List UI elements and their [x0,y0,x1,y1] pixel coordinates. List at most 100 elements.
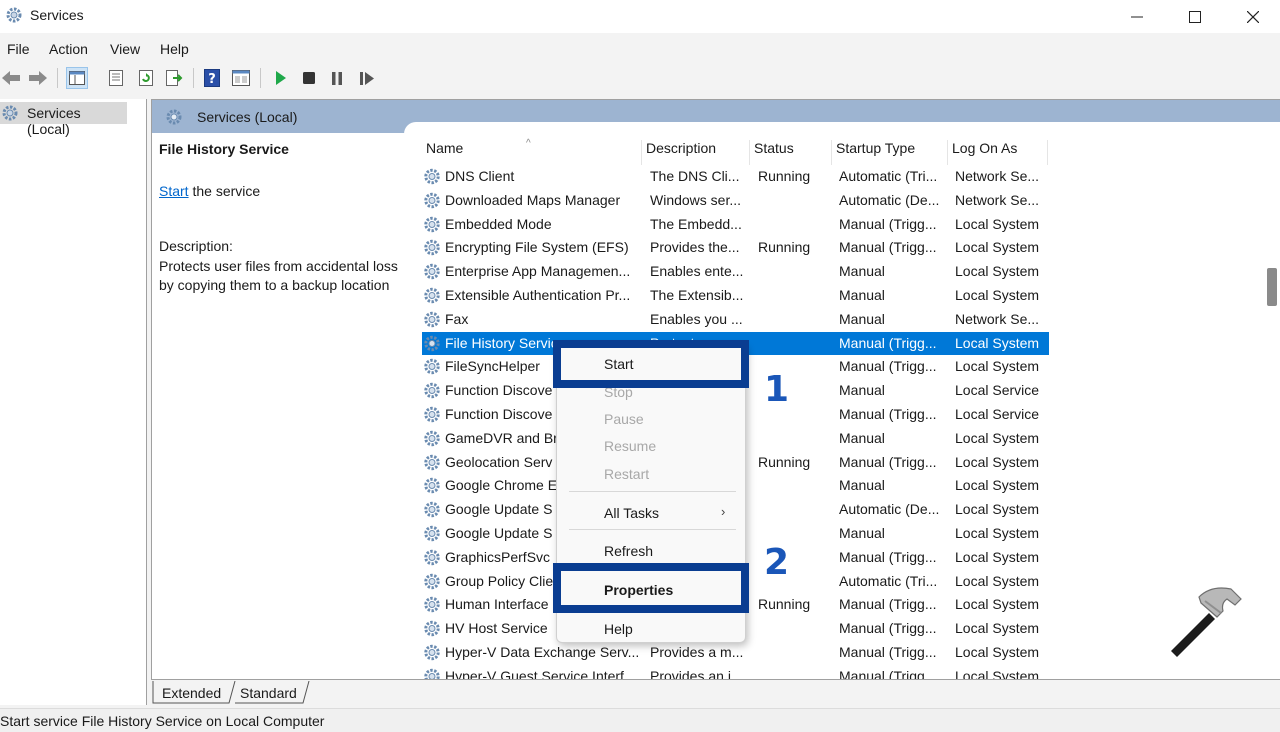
service-log-on-as: Local System [955,453,1040,470]
forward-button[interactable] [27,67,49,89]
pane-header: Services (Local) [152,100,1280,134]
services-list: ^ Name Description Status Startup Type Lo… [422,133,1280,679]
tab-extended[interactable]: Extended [153,681,231,705]
vertical-scrollbar[interactable] [1266,140,1278,680]
service-log-on-as: Local System [955,548,1040,565]
tree-item-services-local[interactable]: Services (Local) [0,102,127,137]
service-description: Enables you ... [650,310,743,327]
services-gear-icon [6,7,22,23]
export-list-button[interactable] [163,67,185,89]
service-log-on-as: Network Se... [955,191,1040,208]
description-text: Protects user files from accidental loss… [159,258,398,293]
service-log-on-as: Local System [955,644,1040,660]
service-startup-type: Manual (Trigg... [839,239,937,256]
service-log-on-as: Local System [955,667,1040,679]
service-startup-type: Manual (Trigg... [839,406,937,422]
resume-service-toolbar-button[interactable] [356,67,378,89]
service-startup-type: Automatic (De... [839,191,940,208]
menu-help[interactable]: Help [160,41,189,57]
service-gear-icon [424,430,440,446]
refresh-icon [139,70,153,86]
service-gear-icon [424,573,440,589]
properties-toolbar-button[interactable] [105,67,127,89]
service-gear-icon [424,549,440,565]
column-header-log-on-as[interactable]: Log On As [948,140,1048,165]
service-row[interactable]: Hyper-V Guest Service Interf... Provides … [422,665,1049,679]
tree-item-label: Services (Local) [27,105,81,137]
service-log-on-as: Local System [955,334,1040,351]
start-service-line: Start the service [159,183,260,199]
start-service-link[interactable]: Start [159,183,189,199]
column-header-name[interactable]: ^ Name [422,138,642,165]
service-row[interactable]: Embedded Mode The Embedd... Manual (Trigg.… [422,213,1049,237]
pause-service-toolbar-button[interactable] [326,67,348,89]
properties-icon [109,70,123,86]
menu-file[interactable]: File [7,41,30,57]
stop-service-toolbar-button[interactable] [298,67,320,89]
back-arrow-icon [2,71,20,85]
service-row[interactable]: Enterprise App Managemen... Enables ente.… [422,260,1049,284]
service-startup-type: Manual (Trigg... [839,358,937,375]
maximize-button[interactable] [1166,0,1224,33]
service-gear-icon [424,644,440,661]
minimize-icon [1131,16,1143,17]
service-description: The DNS Cli... [650,168,740,184]
console-view-button[interactable] [230,67,252,89]
close-button[interactable] [1224,0,1280,33]
service-description: The Embedd... [650,215,742,232]
resume-service-icon [360,71,374,85]
service-row[interactable]: Hyper-V Data Exchange Serv... Provides a … [422,641,1049,665]
column-header-description[interactable]: Description [642,140,750,165]
service-description: Provides an i... [650,667,743,679]
service-gear-icon [424,668,440,679]
service-gear-icon [424,287,440,304]
service-log-on-as: Local System [955,239,1040,256]
service-log-on-as: Local System [955,620,1040,637]
tab-standard[interactable]: Standard [231,681,309,705]
context-menu-all-tasks[interactable]: All Tasks [604,505,659,521]
refresh-toolbar-button[interactable] [135,67,157,89]
pause-service-icon [332,71,342,85]
pane-title: Services (Local) [197,109,298,125]
service-row[interactable]: Extensible Authentication Pr... The Exten… [422,284,1049,308]
service-gear-icon [424,525,440,542]
service-row[interactable]: Encrypting File System (EFS) Provides the… [422,236,1049,260]
service-log-on-as: Local System [955,287,1040,303]
service-startup-type: Automatic (Tri... [839,168,938,184]
service-name: Downloaded Maps Manager [445,191,621,208]
toolbar-separator [260,68,261,88]
start-service-toolbar-button[interactable] [270,67,292,89]
service-startup-type: Manual [839,429,885,446]
menu-view[interactable]: View [110,41,140,57]
service-log-on-as: Local System [955,263,1040,280]
service-log-on-as: Local Service [955,406,1040,422]
forward-arrow-icon [29,71,47,85]
service-startup-type: Manual (Trigg... [839,334,937,351]
sort-ascending-icon: ^ [526,138,531,149]
toolbar-separator [57,68,58,88]
column-header-status[interactable]: Status [750,140,832,165]
minimize-button[interactable] [1108,0,1166,33]
help-icon: ? [204,69,220,87]
back-button[interactable] [0,67,22,89]
service-row[interactable]: Fax Enables you ... Manual Network Se... [422,308,1049,332]
context-menu-separator [569,491,736,492]
column-header-startup-type[interactable]: Startup Type [832,140,948,165]
service-startup-type: Manual [839,310,885,327]
service-row[interactable]: Downloaded Maps Manager Windows ser... Aut… [422,189,1049,213]
show-hide-tree-button[interactable] [66,67,88,89]
service-name: Encrypting File System (EFS) [445,239,629,256]
help-toolbar-button[interactable]: ? [201,67,223,89]
context-menu-help[interactable]: Help [604,621,633,637]
service-row[interactable]: DNS Client The DNS Cli... Running Automatic… [422,165,1049,189]
scrollbar-thumb[interactable] [1267,268,1277,306]
service-gear-icon [424,168,440,185]
service-description: Windows ser... [650,191,742,208]
context-menu-refresh[interactable]: Refresh [604,543,653,559]
service-gear-icon [424,406,440,423]
service-gear-icon [424,501,440,518]
title-bar: Services [0,0,1280,33]
menu-action[interactable]: Action [49,41,88,57]
service-startup-type: Manual [839,287,885,303]
service-gear-icon [424,335,440,351]
